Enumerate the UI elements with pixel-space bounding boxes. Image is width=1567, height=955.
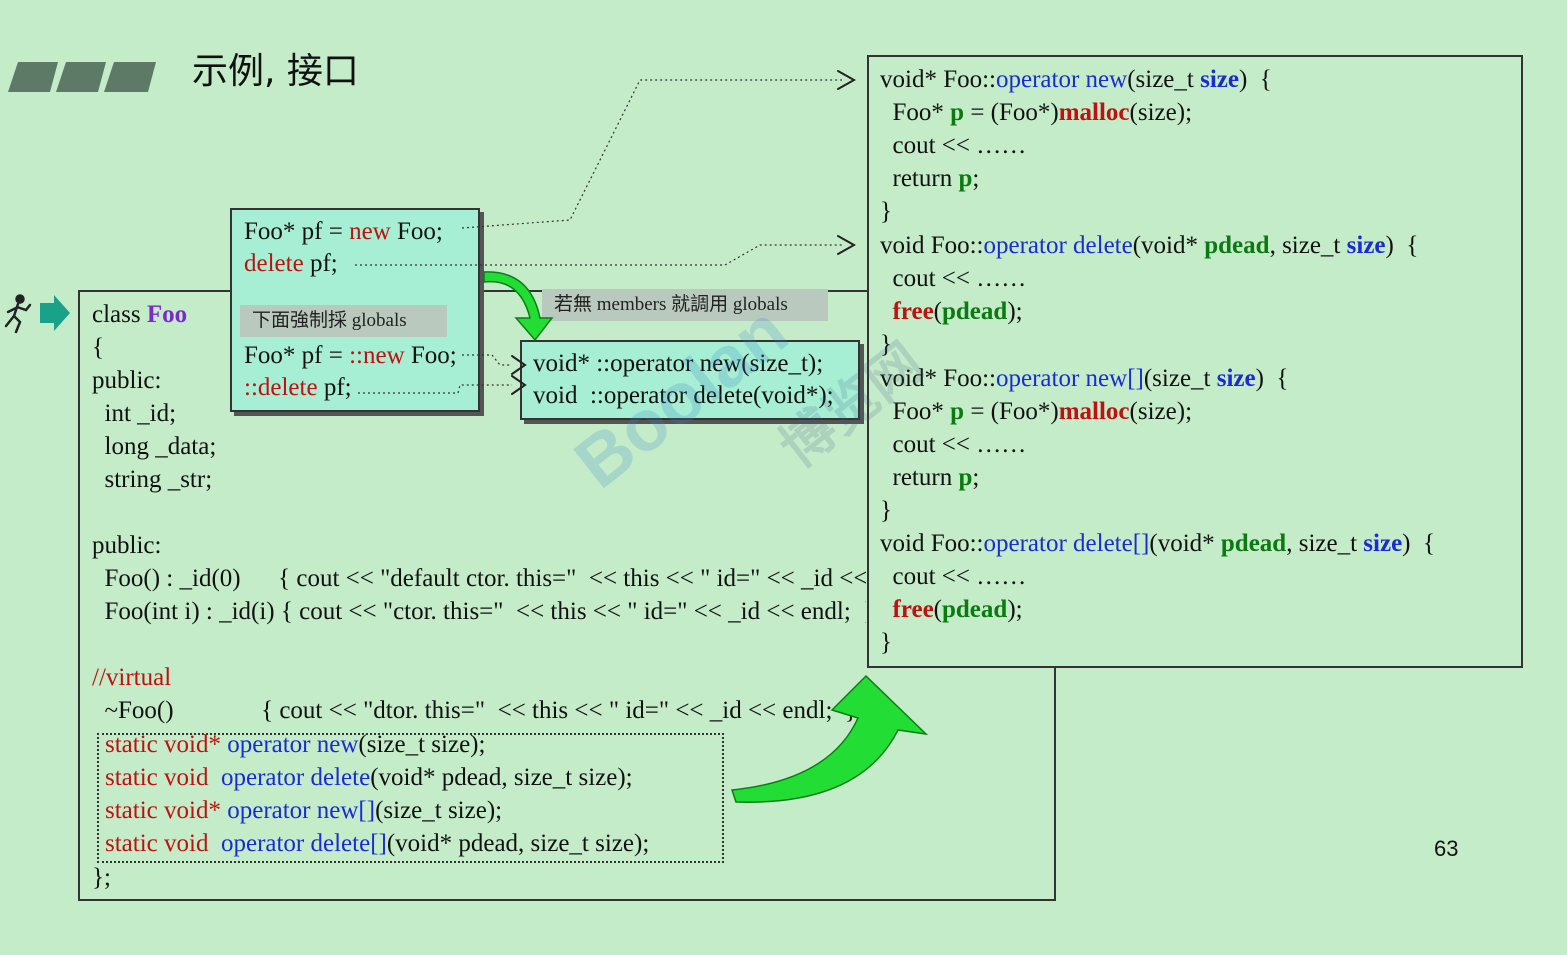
global-decl: void ::operator delete(void*); (533, 382, 834, 409)
usage-line: delete pf; (244, 250, 338, 277)
code-line: int _id; (92, 400, 177, 427)
code-line: Foo() : _id(0) { cout << "default ctor. … (92, 565, 867, 592)
impl-line: void Foo::operator delete[](void* pdead,… (880, 530, 1435, 557)
impl-line: Foo* p = (Foo*)malloc(size); (880, 398, 1193, 425)
static-decl: static void* operator new(size_t size); (105, 731, 486, 758)
usage-line: ::delete pf; (244, 374, 352, 401)
impl-line: } (880, 331, 892, 358)
static-decl: static void* operator new[](size_t size)… (105, 797, 503, 824)
code-line: public: (92, 367, 162, 394)
impl-line: return p; (880, 464, 980, 491)
impl-line: cout << …… (880, 265, 1027, 292)
comment-line: //virtual (92, 664, 172, 691)
static-decl: static void operator delete[](void* pdea… (105, 830, 650, 857)
arrow-head (837, 235, 857, 255)
class-code: class Foo (92, 301, 188, 328)
title-decoration (8, 62, 156, 92)
code-line: { (92, 334, 104, 361)
impl-line: } (880, 629, 892, 656)
impl-line: void Foo::operator delete(void* pdead, s… (880, 232, 1419, 259)
impl-line: return p; (880, 165, 980, 192)
static-decl: static void operator delete(void* pdead,… (105, 764, 633, 791)
no-members-label: 若無 members 就調用 globals (542, 289, 828, 321)
code-line: }; (92, 864, 111, 891)
slide-title: 示例, 接口 (192, 51, 359, 92)
impl-line: Foo* p = (Foo*)malloc(size); (880, 99, 1193, 126)
code-line: string _str; (92, 466, 213, 493)
code-line: Foo(int i) : _id(i) { cout << "ctor. thi… (92, 598, 867, 625)
impl-line: } (880, 198, 892, 225)
impl-line: cout << …… (880, 563, 1027, 590)
code-line: long _data; (92, 433, 217, 460)
usage-line: Foo* pf = ::new Foo; (244, 342, 457, 369)
arrow-head (837, 70, 857, 90)
global-decl: void* ::operator new(size_t); (533, 350, 824, 377)
usage-line: Foo* pf = new Foo; (244, 218, 443, 245)
impl-line: free(pdead); (892, 596, 1023, 623)
code-line: ~Foo() { cout << "dtor. this=" << this <… (92, 697, 857, 724)
page-number: 63 (1434, 836, 1459, 861)
force-globals-label: 下面強制採 globals (240, 305, 447, 337)
impl-line: cout << …… (880, 132, 1027, 159)
impl-line: void* Foo::operator new(size_t size) { (880, 66, 1272, 93)
code-line: public: (92, 532, 162, 559)
impl-line: free(pdead); (892, 298, 1023, 325)
impl-line: cout << …… (880, 431, 1027, 458)
impl-line: } (880, 497, 892, 524)
nav-forward-icon[interactable] (2, 290, 72, 336)
impl-line: void* Foo::operator new[](size_t size) { (880, 365, 1289, 392)
